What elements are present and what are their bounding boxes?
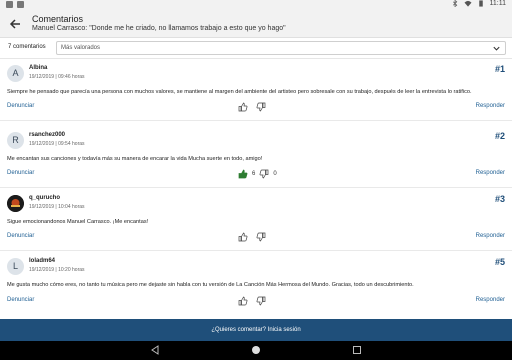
avatar-image: [7, 195, 24, 212]
thumbs-down-icon[interactable]: [256, 296, 266, 306]
nav-recents-icon[interactable]: [352, 345, 362, 355]
status-bar: 11:11: [0, 0, 512, 11]
vote-controls: [238, 232, 270, 242]
comment-author[interactable]: q_qurucho: [29, 195, 60, 201]
comment-number: #5: [494, 257, 505, 267]
comment-number: #1: [494, 64, 505, 74]
thumbs-up-icon[interactable]: [238, 232, 248, 242]
comment-author[interactable]: loladm64: [29, 258, 55, 264]
nav-home-icon[interactable]: [251, 345, 261, 355]
sort-dropdown[interactable]: Más valorados: [56, 41, 506, 55]
dislike-count: 0: [273, 171, 277, 177]
vote-controls: [238, 102, 270, 112]
vote-controls: 6 0: [238, 169, 277, 179]
thumbs-up-icon[interactable]: [238, 296, 248, 306]
comment-text: Me gusta mucho cómo eres, no tanto tu mú…: [7, 282, 414, 288]
app-bar: Comentarios Manuel Carrasco: "Donde me h…: [0, 11, 512, 38]
reply-button[interactable]: Responder: [476, 297, 505, 303]
comment-item: q_qurucho 19/12/2019 | 10:04 horas #3 Si…: [0, 189, 512, 251]
report-button[interactable]: Denunciar: [7, 103, 34, 109]
sort-value: Más valorados: [61, 45, 101, 51]
comment-text: Siempre he pensado que parecía una perso…: [7, 89, 472, 95]
report-button[interactable]: Denunciar: [7, 233, 34, 239]
page-title: Comentarios: [32, 14, 84, 24]
notification-icon-2: [17, 1, 24, 8]
bluetooth-icon: [452, 0, 457, 7]
comment-item: A Albina 19/12/2019 | 09:46 horas #1 Sie…: [0, 59, 512, 121]
comment-count: 7 comentarios: [8, 44, 46, 50]
filter-bar: 7 comentarios Más valorados: [0, 38, 512, 59]
reply-button[interactable]: Responder: [476, 103, 505, 109]
login-prompt-button[interactable]: ¿Quieres comentar? Inicia sesión: [0, 319, 512, 341]
comment-date: 19/12/2019 | 10:20 horas: [29, 267, 85, 273]
chevron-down-icon: [493, 46, 500, 51]
wifi-icon: [464, 0, 472, 7]
like-count: 6: [252, 171, 256, 177]
system-nav-bar: [0, 341, 512, 360]
reply-button[interactable]: Responder: [476, 170, 505, 176]
comment-text: Sigue emocionandonos Manuel Carrasco. ¡M…: [7, 219, 149, 225]
comment-date: 19/12/2019 | 09:46 horas: [29, 74, 85, 80]
thumbs-up-icon[interactable]: [238, 102, 248, 112]
comment-item: L loladm64 19/12/2019 | 10:20 horas #5 M…: [0, 252, 512, 314]
avatar: R: [7, 132, 24, 149]
avatar: [7, 195, 24, 212]
avatar: A: [7, 65, 24, 82]
thumbs-down-icon[interactable]: [259, 169, 269, 179]
battery-icon: [478, 0, 483, 7]
comment-text: Me encantan sus canciones y todavía más …: [7, 156, 263, 162]
report-button[interactable]: Denunciar: [7, 297, 34, 303]
comment-number: #3: [494, 194, 505, 204]
thumbs-down-icon[interactable]: [256, 102, 266, 112]
report-button[interactable]: Denunciar: [7, 170, 34, 176]
comment-author[interactable]: Albina: [29, 65, 47, 71]
status-time: 11:11: [489, 0, 506, 7]
comment-item: R rsanchez000 19/12/2019 | 09:54 horas #…: [0, 126, 512, 188]
back-arrow-icon[interactable]: [8, 17, 22, 31]
article-title: Manuel Carrasco: "Donde me he criado, no…: [32, 25, 286, 32]
avatar: L: [7, 258, 24, 275]
vote-controls: [238, 296, 270, 306]
comment-author[interactable]: rsanchez000: [29, 132, 65, 138]
comment-date: 19/12/2019 | 10:04 horas: [29, 204, 85, 210]
comment-date: 19/12/2019 | 09:54 horas: [29, 141, 85, 147]
nav-back-icon[interactable]: [150, 345, 160, 355]
comment-number: #2: [494, 131, 505, 141]
thumbs-down-icon[interactable]: [256, 232, 266, 242]
notification-icon: [6, 1, 13, 8]
thumbs-up-icon[interactable]: [238, 169, 248, 179]
reply-button[interactable]: Responder: [476, 233, 505, 239]
